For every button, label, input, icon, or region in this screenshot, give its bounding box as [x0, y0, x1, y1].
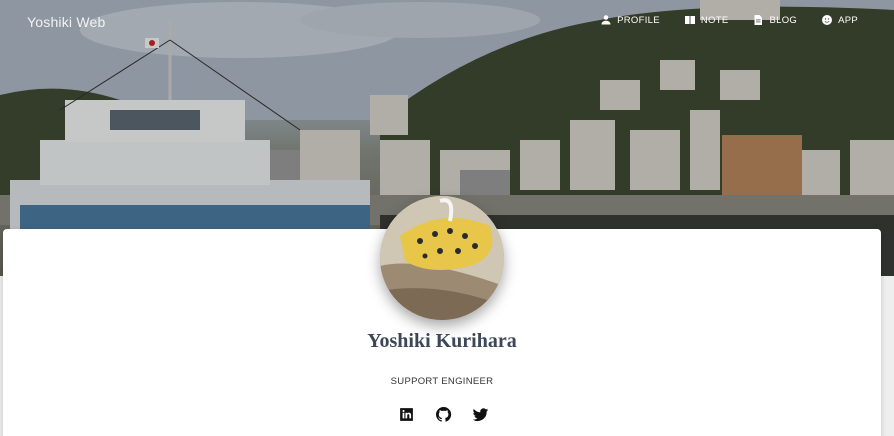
profile-role: SUPPORT ENGINEER	[390, 376, 494, 387]
github-link[interactable]	[433, 404, 453, 424]
linkedin-icon	[399, 407, 413, 421]
twitter-link[interactable]	[470, 404, 490, 424]
linkedin-link[interactable]	[396, 404, 416, 424]
nav-item-label: PROFILE	[617, 14, 660, 26]
person-icon	[601, 15, 611, 25]
github-icon	[435, 406, 451, 422]
face-icon	[822, 15, 833, 25]
book-icon	[684, 16, 695, 24]
brand-logo-link[interactable]: Yoshiki Web	[27, 14, 105, 30]
nav-item-profile[interactable]: PROFILE	[600, 14, 660, 26]
avatar	[380, 196, 504, 320]
social-links	[396, 404, 507, 424]
nav-item-note[interactable]: NOTE	[684, 14, 729, 26]
nav-item-blog[interactable]: BLOG	[752, 14, 797, 26]
top-navbar: Yoshiki Web PROFILE NOTE BLOG APP	[0, 0, 894, 44]
nav-item-app[interactable]: APP	[821, 14, 858, 26]
nav-item-label: BLOG	[769, 14, 798, 26]
twitter-icon	[472, 407, 488, 421]
nav-menu: PROFILE NOTE BLOG APP	[576, 14, 858, 26]
profile-name: Yoshiki Kurihara	[367, 330, 517, 352]
nav-item-label: NOTE	[700, 14, 729, 26]
nav-item-label: APP	[838, 14, 858, 26]
document-icon	[754, 15, 763, 25]
